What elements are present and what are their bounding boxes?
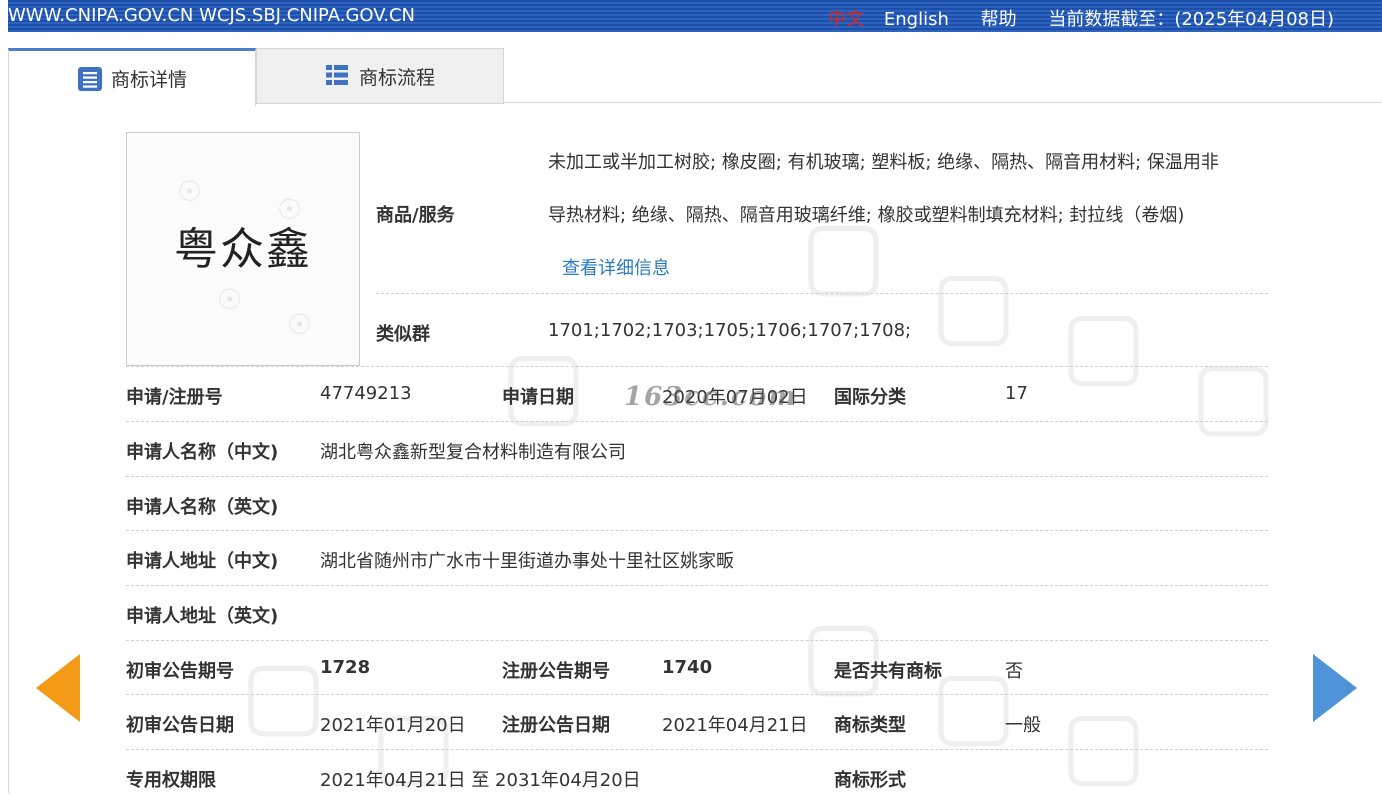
address-cn-label: 申请人地址（中文) [126,551,279,572]
reg-no-label: 申请/注册号 [126,387,223,408]
applicant-en-label: 申请人名称（英文) [126,497,279,518]
stamp-mark: ☉ [217,283,243,316]
app-date-label: 申请日期 [502,387,574,408]
reg-no-value: 47749213 [320,383,412,404]
tm-form-label: 商标形式 [834,770,906,791]
trademark-text: 粤众鑫 [174,224,312,275]
help-link[interactable]: 帮助 [981,9,1017,30]
shared-value: 否 [1005,661,1023,682]
intl-class-label: 国际分类 [834,387,906,408]
goods-services-line2: 导热材料; 绝缘、隔热、隔音用玻璃纤维; 橡胶或塑料制填充材料; 封拉线（卷烟) [548,205,1185,226]
similar-group-label: 类似群 [376,324,430,345]
language-english-link[interactable]: English [884,9,949,30]
row-divider [126,476,1268,477]
tab-label: 商标详情 [110,69,187,91]
address-cn-value: 湖北省随州市广水市十里街道办事处十里社区姚家畈 [320,551,734,572]
row-divider [126,366,1268,367]
tab-trademark-process[interactable]: 商标流程 [256,48,504,104]
row-divider [126,749,1268,750]
stamp-mark: ☉ [177,175,203,208]
row-divider [376,293,1268,294]
tm-type-value: 一般 [1005,715,1041,736]
list-icon [325,63,351,89]
document-list-icon [77,66,103,92]
top-bar: WWW.CNIPA.GOV.CN WCJS.SBJ.CNIPA.GOV.CN 中… [8,0,1382,32]
exclusive-period-value: 2021年04月21日 至 2031年04月20日 [320,770,641,791]
goods-services-line1: 未加工或半加工树胶; 橡皮圈; 有机玻璃; 塑料板; 绝缘、隔热、隔音用材料; … [548,152,1219,173]
prelim-no-label: 初审公告期号 [126,661,234,682]
tab-trademark-details[interactable]: 商标详情 [8,48,256,106]
row-divider [126,694,1268,695]
site-watermark: 163cc.com [624,382,798,412]
next-arrow-icon[interactable] [1313,654,1357,722]
top-bar-right: 中文 English 帮助 当前数据截至：(2025年04月08日) [828,5,1334,31]
exclusive-period-label: 专用权期限 [126,770,216,791]
tm-type-label: 商标类型 [834,715,906,736]
prelim-date-value: 2021年01月20日 [320,715,466,736]
data-cutoff-date: 当前数据截至：(2025年04月08日) [1048,9,1334,30]
reg-ann-date-label: 注册公告日期 [502,715,610,736]
address-en-label: 申请人地址（英文) [126,606,279,627]
prelim-no-value: 1728 [320,657,371,678]
similar-group-value: 1701;1702;1703;1705;1706;1707;1708; [548,320,912,341]
row-divider [126,585,1268,586]
goods-services-label: 商品/服务 [376,205,455,226]
shared-label: 是否共有商标 [834,661,942,682]
previous-arrow-icon[interactable] [36,654,80,722]
reg-ann-no-label: 注册公告期号 [502,661,610,682]
applicant-cn-label: 申请人名称（中文) [126,442,279,463]
language-chinese-link[interactable]: 中文 [828,9,864,30]
tab-label: 商标流程 [358,66,435,89]
intl-class-value: 17 [1005,383,1028,404]
view-details-link[interactable]: 查看详细信息 [562,254,670,280]
applicant-cn-value: 湖北粤众鑫新型复合材料制造有限公司 [320,442,626,463]
site-urls: WWW.CNIPA.GOV.CN WCJS.SBJ.CNIPA.GOV.CN [8,5,416,26]
stamp-mark: ☉ [287,308,313,341]
row-divider [126,640,1268,641]
row-divider [126,530,1268,531]
row-divider [126,421,1268,422]
tab-bar: 商标详情 商标流程 [8,48,1382,106]
prelim-date-label: 初审公告日期 [126,715,234,736]
reg-ann-date-value: 2021年04月21日 [662,715,808,736]
trademark-image: ☉ ☉ ☉ ☉ 粤众鑫 [126,132,360,366]
reg-ann-no-value: 1740 [662,657,713,678]
